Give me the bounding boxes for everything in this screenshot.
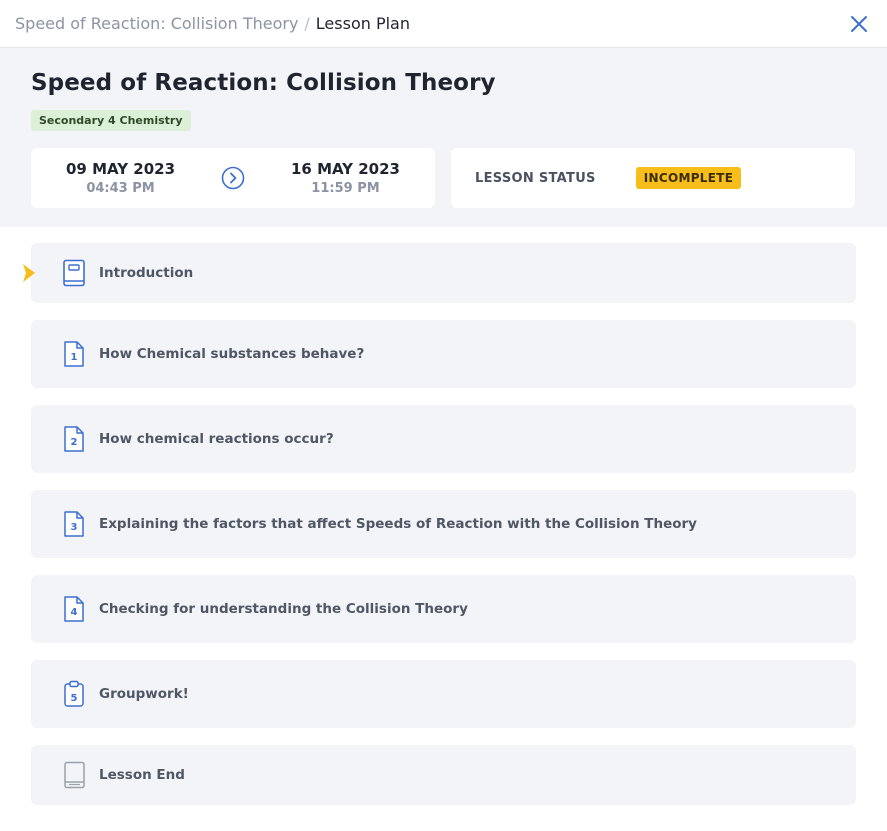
start-date-value: 09 MAY 2023 <box>66 160 176 178</box>
book-icon <box>63 259 85 287</box>
lesson-item-label: Explaining the factors that affect Speed… <box>99 516 697 532</box>
item-number: 4 <box>71 607 78 618</box>
end-date-value: 16 MAY 2023 <box>290 160 400 178</box>
end-date: 16 MAY 2023 11:59 PM <box>291 160 400 196</box>
item-number: 3 <box>71 522 78 533</box>
lesson-status-card: LESSON STATUS INCOMPLETE <box>451 148 855 208</box>
lesson-item-list: Introduction 1 How Chemical substances b… <box>0 227 887 805</box>
lesson-item-2[interactable]: 2 How chemical reactions occur? <box>31 405 856 473</box>
lesson-summary: Speed of Reaction: Collision Theory Seco… <box>0 48 887 227</box>
lesson-item-3[interactable]: 3 Explaining the factors that affect Spe… <box>31 490 856 558</box>
lesson-item-label: Lesson End <box>99 767 185 783</box>
lesson-plan-modal: Speed of Reaction: Collision Theory / Le… <box>0 0 887 831</box>
breadcrumb-current: Lesson Plan <box>315 14 410 33</box>
chevron-right-circle-icon <box>221 166 245 190</box>
breadcrumb-separator: / <box>304 14 310 33</box>
page-title: Speed of Reaction: Collision Theory <box>31 70 496 96</box>
item-number: 5 <box>71 693 78 704</box>
lesson-item-label: Introduction <box>99 265 194 281</box>
lesson-item-label: How chemical reactions occur? <box>99 431 334 447</box>
document-icon: 3 <box>64 511 84 537</box>
item-number: 1 <box>71 352 78 363</box>
document-icon: 1 <box>64 341 84 367</box>
document-icon: 2 <box>64 426 84 452</box>
clipboard-icon: 5 <box>64 680 84 707</box>
status-badge: INCOMPLETE <box>635 167 742 189</box>
lesson-item-5[interactable]: 5 Groupwork! <box>31 660 856 728</box>
lesson-status-label: LESSON STATUS <box>475 170 596 186</box>
breadcrumb-parent[interactable]: Speed of Reaction: Collision Theory <box>15 14 298 33</box>
end-time-value: 11:59 PM <box>311 181 380 196</box>
lesson-item-label: How Chemical substances behave? <box>99 346 365 362</box>
close-icon[interactable] <box>849 14 869 34</box>
start-date: 09 MAY 2023 04:43 PM <box>66 160 175 196</box>
lesson-item-4[interactable]: 4 Checking for understanding the Collisi… <box>31 575 856 643</box>
document-icon: 4 <box>64 596 84 622</box>
lesson-item-1[interactable]: 1 How Chemical substances behave? <box>31 320 856 388</box>
current-item-marker-icon <box>23 264 35 282</box>
modal-header: Speed of Reaction: Collision Theory / Le… <box>0 0 887 48</box>
item-number: 2 <box>71 437 78 448</box>
start-time-value: 04:43 PM <box>86 181 155 196</box>
lesson-item-lesson-end[interactable]: Lesson End <box>31 745 856 805</box>
lesson-item-label: Checking for understanding the Collision… <box>99 601 468 617</box>
subject-tag: Secondary 4 Chemistry <box>31 110 191 131</box>
lesson-item-introduction[interactable]: Introduction <box>23 243 856 303</box>
lesson-item-label: Groupwork! <box>99 686 189 702</box>
date-range-card: 09 MAY 2023 04:43 PM 16 MAY 2023 11:59 P… <box>31 148 435 208</box>
closed-book-icon <box>64 761 85 789</box>
